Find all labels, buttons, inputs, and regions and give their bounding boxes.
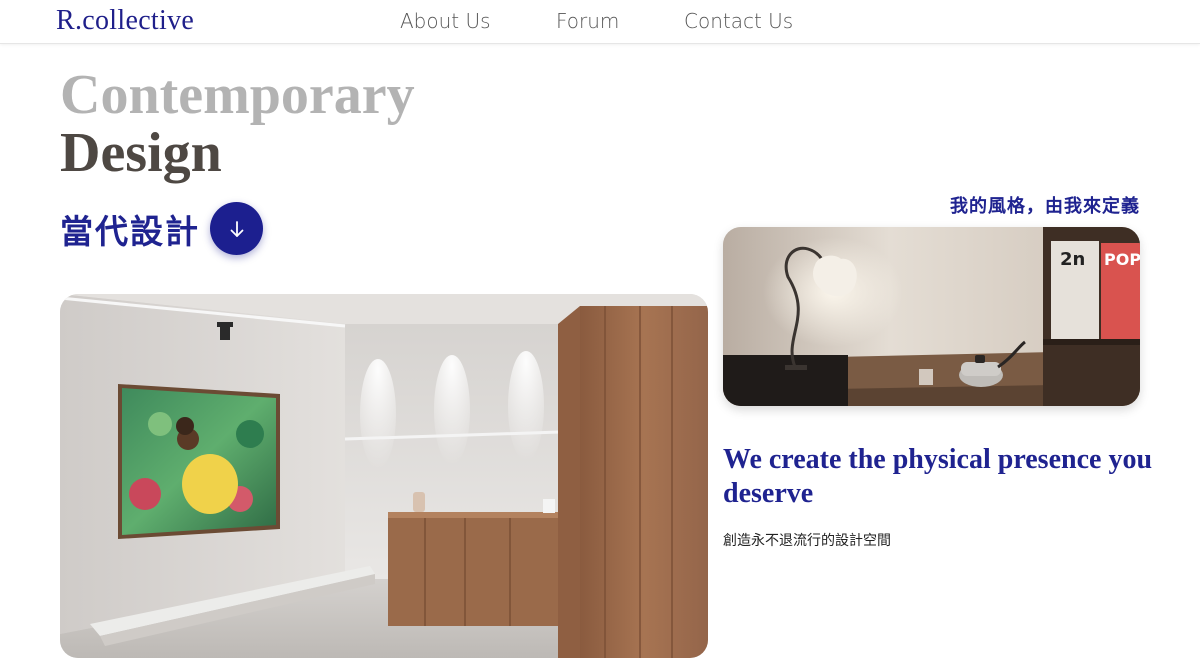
hero-title-line-1: Contemporary xyxy=(60,64,415,126)
svg-text:2n: 2n xyxy=(1060,249,1085,270)
style-tagline: 我的風格，由我來定義 xyxy=(950,196,1140,217)
arrow-down-icon xyxy=(230,220,243,237)
scroll-down-button[interactable] xyxy=(210,202,263,255)
value-statement: We create the physical presence you dese… xyxy=(723,444,1153,509)
nav-link-about-us[interactable]: About Us xyxy=(400,9,491,33)
hero-title: Contemporary Design xyxy=(60,66,415,182)
nav-link-forum[interactable]: Forum xyxy=(556,9,619,33)
lamp-interior-image: 2n POP xyxy=(723,227,1140,406)
hero-title-chinese: 當代設計 xyxy=(60,212,200,251)
hero-title-line-2: Design xyxy=(60,122,222,184)
site-header: R.collective About Us Forum Contact Us xyxy=(0,0,1200,44)
svg-text:POP: POP xyxy=(1104,250,1140,269)
nav-link-contact-us[interactable]: Contact Us xyxy=(684,9,793,33)
gallery-interior-image xyxy=(60,294,708,658)
main-nav: About Us Forum Contact Us xyxy=(0,9,1200,35)
value-substatement: 創造永不退流行的設計空間 xyxy=(723,533,891,549)
